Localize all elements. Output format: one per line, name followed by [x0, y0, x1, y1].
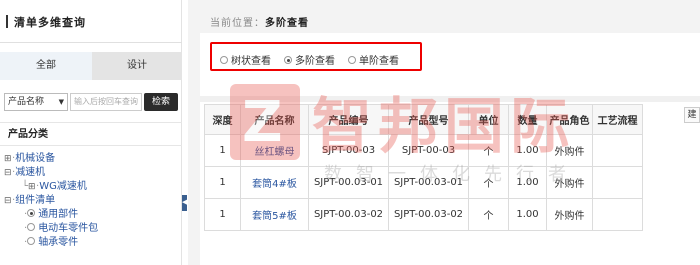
radio-icon[interactable] [27, 237, 36, 245]
tree-item-wg-reducer[interactable]: └⊞·WG减速机 [22, 180, 87, 193]
search-row: 产品名称 ▼ 输入后按回车查询 检索 [4, 93, 180, 111]
view-option-label: 单阶查看 [359, 56, 399, 67]
cell-product-code: SJPT-00.03-02 [308, 198, 389, 231]
cell-depth: 1 [204, 198, 241, 231]
table-row: 1 套筒4#板 SJPT-00.03-01 SJPT-00.03-01 个 1.… [204, 166, 643, 199]
left-panel: 清单多维查询 全部 设计 产品名称 ▼ 输入后按回车查询 检索 产品分类 ⊞·机… [0, 0, 182, 265]
cell-unit: 个 [468, 134, 509, 167]
breadcrumb-current: 多阶查看 [265, 18, 309, 29]
cell-quantity: 1.00 [508, 166, 547, 199]
chevron-down-icon: ▼ [58, 98, 64, 106]
tree-item-bearing-parts[interactable]: · 轴承零件 [24, 236, 78, 249]
cell-product-name-link[interactable]: 套筒4#板 [240, 166, 309, 199]
cell-quantity: 1.00 [508, 134, 547, 167]
cell-product-model: SJPT-00.03-01 [388, 166, 469, 199]
bom-table: 深度 产品名称 产品编号 产品型号 单位 数量 产品角色 工艺流程 1 丝杠螺母… [204, 104, 643, 231]
tree-collapse-icon[interactable]: ⊟ [4, 195, 12, 208]
cell-product-role: 外购件 [546, 134, 593, 167]
cell-product-role: 外购件 [546, 166, 593, 199]
tree-item-label: 轴承零件 [38, 237, 79, 248]
col-header-product-code[interactable]: 产品编号 [308, 104, 389, 135]
panel-collapse-handle[interactable]: ◀ [182, 195, 187, 211]
cell-unit: 个 [468, 198, 509, 231]
view-option-tree[interactable]: 树状查看 [220, 52, 271, 67]
radio-icon[interactable] [348, 56, 356, 64]
view-mode-group: 树状查看 多阶查看 单阶查看 [210, 42, 422, 71]
search-field-select[interactable]: 产品名称 ▼ [4, 93, 68, 111]
tree-item-label: WG减速机 [39, 181, 87, 192]
radio-icon[interactable] [220, 56, 228, 64]
search-field-select-value: 产品名称 [8, 97, 45, 107]
col-header-depth[interactable]: 深度 [204, 104, 241, 135]
tree-item-general-parts[interactable]: · 通用部件 [24, 208, 78, 221]
chevron-left-icon: ◀ [182, 198, 188, 206]
radio-selected-icon[interactable] [284, 56, 292, 64]
col-header-unit[interactable]: 单位 [468, 104, 509, 135]
search-button[interactable]: 检索 [144, 93, 178, 111]
cell-product-code: SJPT-00-03 [308, 134, 389, 167]
cell-depth: 1 [204, 166, 241, 199]
category-section-title: 产品分类 [0, 122, 182, 146]
cell-process-flow [592, 166, 643, 199]
category-tabs: 全部 设计 [0, 52, 182, 80]
tab-all[interactable]: 全部 [0, 52, 92, 80]
view-option-label: 多阶查看 [295, 56, 335, 67]
cell-product-model: SJPT-00-03 [388, 134, 469, 167]
breadcrumb-prefix: 当前位置： [210, 18, 265, 29]
tree-item-label: 通用部件 [38, 209, 79, 220]
cell-depth: 1 [204, 134, 241, 167]
create-button[interactable]: 建 [684, 107, 700, 123]
tree-item-reducer[interactable]: ⊟·减速机 [4, 166, 45, 179]
col-header-product-role[interactable]: 产品角色 [546, 104, 593, 135]
cell-process-flow [592, 198, 643, 231]
radio-selected-icon[interactable] [27, 209, 36, 217]
view-option-label: 树状查看 [231, 56, 271, 67]
search-input[interactable]: 输入后按回车查询 [70, 93, 142, 111]
tree-collapse-icon[interactable]: ⊟ [4, 167, 12, 180]
tree-item-ebike-parts[interactable]: · 电动车零件包 [24, 222, 98, 235]
left-panel-title: 清单多维查询 [14, 16, 86, 29]
radio-icon[interactable] [27, 223, 36, 231]
tree-item-component-list[interactable]: ⊟·组件清单 [4, 194, 55, 207]
left-panel-header: 清单多维查询 [0, 0, 182, 43]
col-header-product-name[interactable]: 产品名称 [240, 104, 309, 135]
tree-expand-icon[interactable]: ⊞ [28, 181, 36, 194]
tree-item-label: 组件清单 [15, 195, 56, 206]
table-header-row: 深度 产品名称 产品编号 产品型号 单位 数量 产品角色 工艺流程 [204, 104, 643, 135]
cell-product-code: SJPT-00.03-01 [308, 166, 389, 199]
col-header-product-model[interactable]: 产品型号 [388, 104, 469, 135]
table-row: 1 套筒5#板 SJPT-00.03-02 SJPT-00.03-02 个 1.… [204, 198, 643, 231]
title-accent-bar [6, 15, 8, 28]
tree-item-label: 机械设备 [15, 153, 56, 164]
main-panel: 当前位置：多阶查看 树状查看 多阶查看 单阶查看 建 深度 产品名称 产品编号 … [188, 0, 700, 265]
tree-item-machinery[interactable]: ⊞·机械设备 [4, 152, 55, 165]
cell-product-name-link[interactable]: 丝杠螺母 [240, 134, 309, 167]
cell-product-name-link[interactable]: 套筒5#板 [240, 198, 309, 231]
cell-product-model: SJPT-00.03-02 [388, 198, 469, 231]
col-header-process-flow[interactable]: 工艺流程 [592, 104, 643, 135]
section-divider [200, 96, 700, 102]
tree-expand-icon[interactable]: ⊞ [4, 153, 12, 166]
cell-process-flow [592, 134, 643, 167]
col-header-quantity[interactable]: 数量 [508, 104, 547, 135]
tree-item-label: 电动车零件包 [38, 223, 99, 234]
app-root: 清单多维查询 全部 设计 产品名称 ▼ 输入后按回车查询 检索 产品分类 ⊞·机… [0, 0, 700, 265]
breadcrumb: 当前位置：多阶查看 [210, 14, 309, 29]
table-row: 1 丝杠螺母 SJPT-00-03 SJPT-00-03 个 1.00 外购件 [204, 134, 643, 167]
tab-design[interactable]: 设计 [92, 52, 182, 80]
cell-product-role: 外购件 [546, 198, 593, 231]
view-option-single-level[interactable]: 单阶查看 [348, 52, 399, 67]
view-option-multilevel[interactable]: 多阶查看 [284, 52, 335, 67]
tree-item-label: 减速机 [15, 167, 46, 178]
cell-quantity: 1.00 [508, 198, 547, 231]
cell-unit: 个 [468, 166, 509, 199]
